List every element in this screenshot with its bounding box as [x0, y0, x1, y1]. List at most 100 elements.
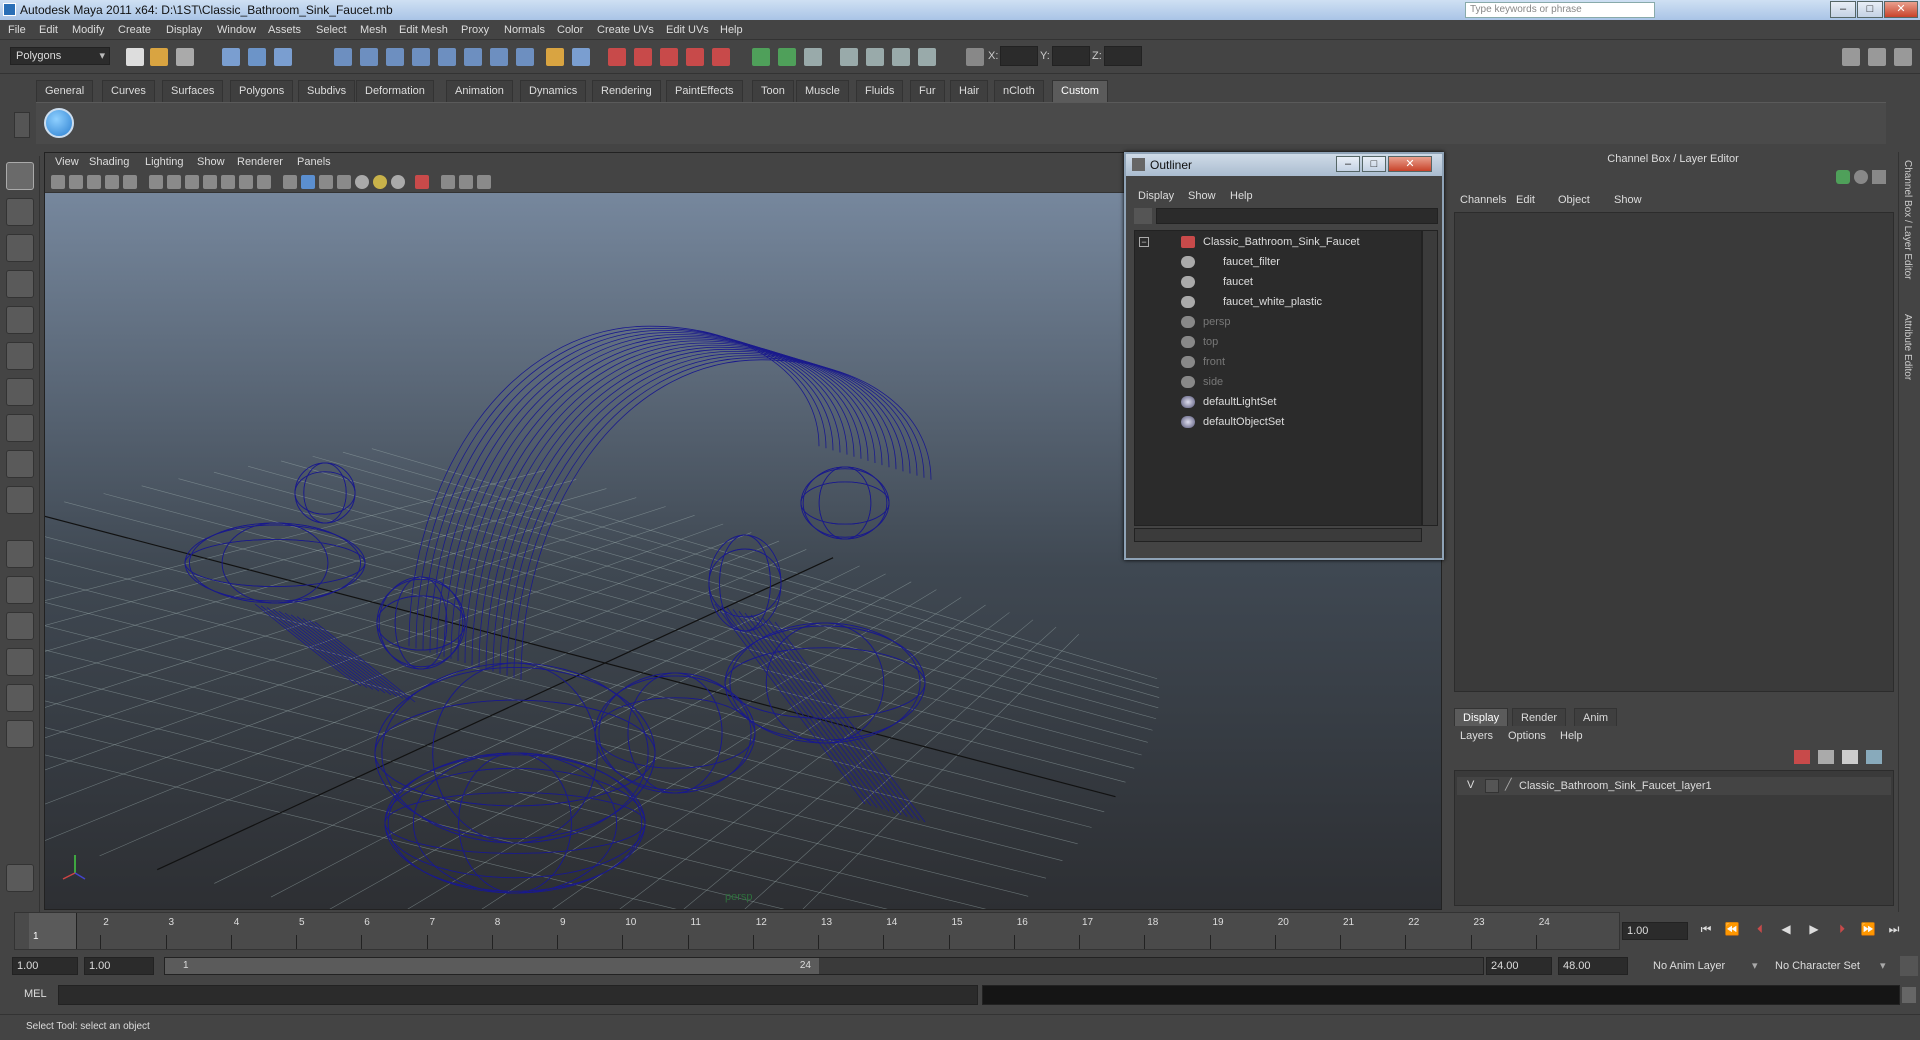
menu-display[interactable]: Display	[166, 24, 202, 36]
render-frame-icon[interactable]	[608, 48, 626, 66]
smooth-shading-icon[interactable]	[301, 175, 315, 189]
new-layer-selected-icon[interactable]	[1866, 750, 1882, 764]
z-input[interactable]	[1104, 46, 1142, 66]
list-item[interactable]: faucet_filter	[1135, 253, 1415, 271]
y-input[interactable]	[1052, 46, 1090, 66]
channel-box-panel[interactable]	[1454, 212, 1894, 692]
new-scene-icon[interactable]	[126, 48, 144, 66]
select-hierarchy-icon[interactable]	[222, 48, 240, 66]
menu-file[interactable]: File	[8, 24, 26, 36]
layer-type-toggle[interactable]	[1485, 779, 1499, 793]
menu-assets[interactable]: Assets	[268, 24, 301, 36]
menu-edit-uvs[interactable]: Edit UVs	[666, 24, 709, 36]
camera-attributes-icon[interactable]	[69, 175, 83, 189]
outliner-horizontal-scrollbar[interactable]	[1134, 528, 1422, 542]
tool-settings-toggle-icon[interactable]	[778, 48, 796, 66]
layout-icon[interactable]	[1842, 48, 1860, 66]
outliner-toggle-icon[interactable]	[918, 48, 936, 66]
menu-edit-mesh[interactable]: Edit Mesh	[399, 24, 448, 36]
frame-icon[interactable]	[572, 48, 590, 66]
grid-toggle-icon[interactable]	[149, 175, 163, 189]
snap-grid-icon[interactable]	[334, 48, 352, 66]
range-slider-handle[interactable]: 1 24	[165, 958, 819, 974]
last-tool-icon[interactable]	[6, 486, 34, 514]
outliner-window[interactable]: Outliner – □ ✕ Display Show Help − Class…	[1124, 152, 1444, 560]
layer-tab-display[interactable]: Display	[1454, 708, 1509, 726]
shelf-tab-subdivs[interactable]: Subdivs	[298, 80, 356, 102]
safe-title-icon[interactable]	[257, 175, 271, 189]
layer-menu-options[interactable]: Options	[1508, 730, 1546, 742]
textured-icon[interactable]	[337, 175, 351, 189]
checkmark-shelf-button-icon[interactable]	[44, 108, 74, 138]
current-frame-marker[interactable]: 1	[29, 913, 77, 949]
viewport-menu-renderer[interactable]: Renderer	[237, 156, 283, 168]
viewport-menu-show[interactable]: Show	[197, 156, 225, 168]
shelf-tab-rendering[interactable]: Rendering	[592, 80, 661, 102]
shelf-tab-painteffects[interactable]: PaintEffects	[666, 80, 743, 102]
perspective-outliner-layout-icon[interactable]	[6, 612, 34, 640]
play-forward-icon[interactable]: ▶	[1804, 922, 1824, 940]
mel-label[interactable]: MEL	[24, 988, 47, 1000]
shelf-tab-general[interactable]: General	[36, 80, 94, 102]
move-tool-icon[interactable]	[6, 270, 34, 298]
anim-layer-chevron-icon[interactable]: ▾	[1752, 959, 1758, 972]
camera-select-icon[interactable]	[51, 175, 65, 189]
x-input[interactable]	[1000, 46, 1038, 66]
search-input[interactable]: Type keywords or phrase	[1465, 2, 1655, 18]
input-ops-icon[interactable]	[490, 48, 508, 66]
rotate-tool-icon[interactable]	[6, 306, 34, 334]
shelf-tab-deformation[interactable]: Deformation	[356, 80, 434, 102]
outliner-menu-display[interactable]: Display	[1138, 190, 1174, 202]
shelf-tab-hair[interactable]: Hair	[950, 80, 989, 102]
outliner-filter-input[interactable]	[1156, 208, 1438, 224]
cb-menu-show[interactable]: Show	[1614, 194, 1642, 206]
film-gate-icon[interactable]	[167, 175, 181, 189]
graph-editor-icon[interactable]	[866, 48, 884, 66]
hypershade-icon[interactable]	[686, 48, 704, 66]
lasso-tool-icon[interactable]	[6, 198, 34, 226]
list-item[interactable]: faucet_white_plastic	[1135, 293, 1415, 311]
list-item[interactable]: top	[1135, 333, 1415, 351]
field-chart-icon[interactable]	[221, 175, 235, 189]
attribute-editor-toggle-icon[interactable]	[752, 48, 770, 66]
close-button[interactable]: ✕	[1884, 1, 1918, 18]
shelf-tab-fluids[interactable]: Fluids	[856, 80, 904, 102]
hyperbolic-icon[interactable]	[1872, 170, 1886, 184]
help-query-icon[interactable]	[516, 48, 534, 66]
cb-menu-edit[interactable]: Edit	[1516, 194, 1535, 206]
step-back-frame-icon[interactable]: ⏴	[1750, 922, 1770, 940]
maximize-button[interactable]: □	[1857, 1, 1883, 18]
shelf-tab-animation[interactable]: Animation	[446, 80, 513, 102]
safe-action-icon[interactable]	[239, 175, 253, 189]
list-item[interactable]: faucet	[1135, 273, 1415, 291]
render-view-icon[interactable]	[712, 48, 730, 66]
shelf-tab-dynamics[interactable]: Dynamics	[520, 80, 587, 102]
outliner-menu-help[interactable]: Help	[1230, 190, 1253, 202]
menu-normals[interactable]: Normals	[504, 24, 545, 36]
show-manipulator-icon[interactable]	[6, 450, 34, 478]
shelf-tab-toon[interactable]: Toon	[752, 80, 794, 102]
viewport-menu-lighting[interactable]: Lighting	[145, 156, 184, 168]
xray-icon[interactable]	[441, 175, 455, 189]
layer-row[interactable]: V ╱ Classic_Bathroom_Sink_Faucet_layer1	[1457, 777, 1891, 795]
camera-icon[interactable]	[840, 48, 858, 66]
shelf-tab-ncloth[interactable]: nCloth	[994, 80, 1044, 102]
list-item[interactable]: side	[1135, 373, 1415, 391]
playback-end-field[interactable]: 24.00	[1486, 957, 1552, 975]
render-settings-icon[interactable]	[660, 48, 678, 66]
step-back-key-icon[interactable]: ⏪	[1722, 922, 1742, 940]
hand-tool-icon[interactable]	[6, 864, 34, 892]
anim-layer-dropdown[interactable]: No Anim Layer	[1648, 957, 1748, 975]
animation-start-field[interactable]: 1.00	[12, 957, 78, 975]
layer-menu-help[interactable]: Help	[1560, 730, 1583, 742]
time-slider[interactable]: 1234567891011121314151617181920212223241	[14, 912, 1620, 950]
outliner-maximize-button[interactable]: □	[1362, 156, 1386, 172]
speed-icon[interactable]	[1854, 170, 1868, 184]
menu-edit[interactable]: Edit	[39, 24, 58, 36]
shelf-tab-curves[interactable]: Curves	[102, 80, 155, 102]
menu-window[interactable]: Window	[217, 24, 256, 36]
shelf-tab-polygons[interactable]: Polygons	[230, 80, 294, 102]
hud-icon[interactable]	[477, 175, 491, 189]
shelf-tab-muscle[interactable]: Muscle	[796, 80, 849, 102]
shelf-tab-fur[interactable]: Fur	[910, 80, 945, 102]
